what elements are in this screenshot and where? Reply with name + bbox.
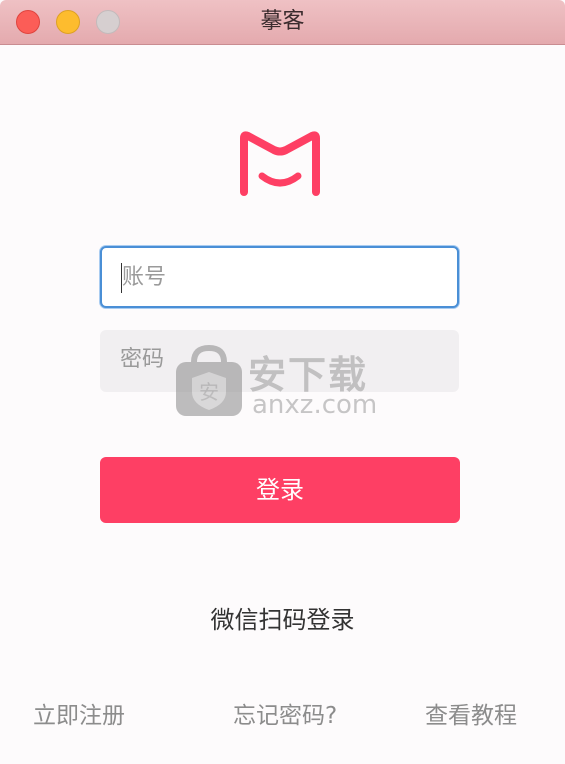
moke-m-logo-icon [240, 131, 320, 196]
shopping-bag-icon: 安 [176, 344, 242, 416]
watermark-domain: anxz.com [252, 390, 378, 420]
tutorial-link[interactable]: 查看教程 [425, 696, 517, 730]
watermark: 安 安下载 anxz.com [174, 340, 394, 420]
login-window: 摹客 账号 密码 安 安下载 anxz.com 登录 微信扫码登录 立即注册 忘… [0, 0, 565, 764]
account-input[interactable]: 账号 [100, 246, 459, 308]
login-button[interactable]: 登录 [100, 457, 460, 523]
password-placeholder: 密码 [120, 347, 165, 372]
register-link[interactable]: 立即注册 [33, 696, 125, 730]
account-placeholder: 账号 [122, 265, 167, 290]
forgot-password-link[interactable]: 忘记密码? [233, 696, 337, 730]
watermark-badge: 安 [199, 380, 219, 404]
window-title: 摹客 [260, 9, 305, 34]
text-caret [121, 263, 122, 293]
wechat-qr-login-link[interactable]: 微信扫码登录 [0, 600, 565, 635]
title-bar[interactable]: 摹客 [0, 0, 565, 45]
